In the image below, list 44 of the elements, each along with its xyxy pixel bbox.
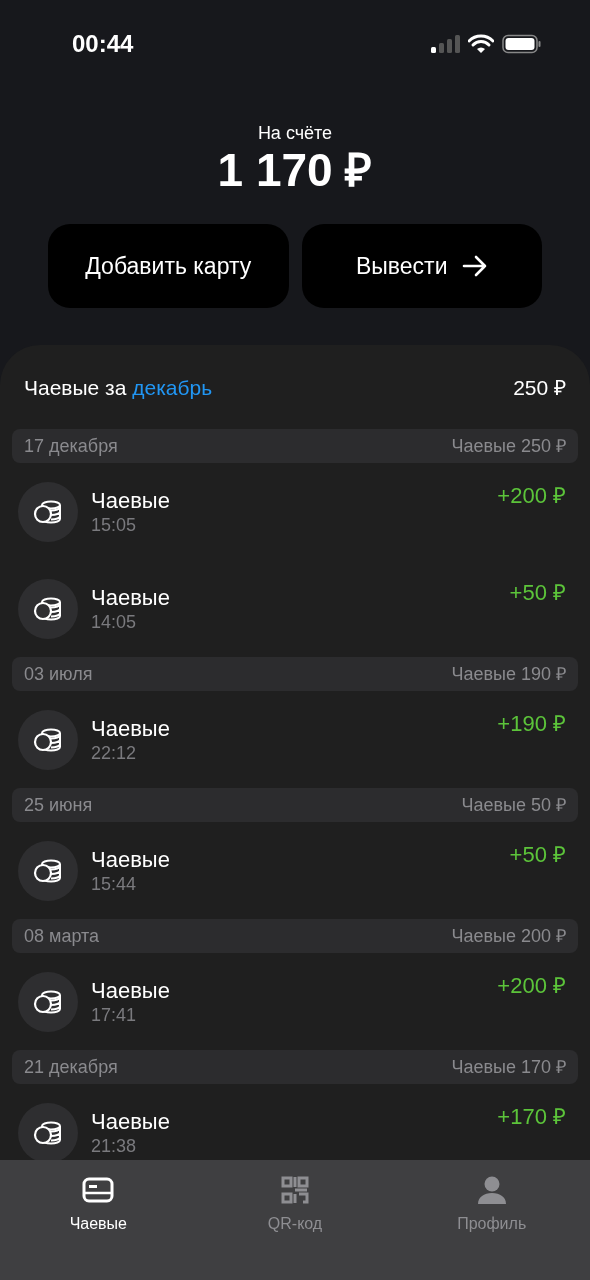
- transaction-title: Чаевые: [91, 487, 171, 514]
- period-total: 250 ₽: [513, 375, 566, 402]
- transaction-title: Чаевые: [91, 977, 171, 1004]
- date-label: 17 декабря: [24, 434, 118, 458]
- transaction-amount: +190 ₽: [497, 710, 566, 738]
- action-button[interactable]: Добавить карту: [48, 224, 289, 308]
- transaction-time: 21:38: [91, 1134, 138, 1157]
- transaction-time: 15:44: [91, 872, 138, 895]
- status-time: 00:44: [72, 29, 134, 59]
- transaction-title: Чаевые: [91, 846, 171, 873]
- transaction-title: Чаевые: [91, 1108, 171, 1135]
- transaction-amount: +170 ₽: [497, 1103, 566, 1131]
- wifi-icon: [468, 34, 494, 54]
- battery-icon: [502, 34, 542, 54]
- date-summary: Чаевые 250 ₽: [451, 434, 566, 458]
- transaction-amount: +200 ₽: [497, 482, 566, 510]
- profile-icon: [476, 1175, 507, 1205]
- signal-icon: [430, 34, 460, 54]
- transaction-time: 15:05: [91, 513, 138, 536]
- arrow-right-icon: [461, 255, 488, 277]
- transaction-amount: +200 ₽: [497, 972, 566, 1000]
- date-summary: Чаевые 170 ₽: [451, 1055, 566, 1079]
- transaction-time: 22:12: [91, 741, 138, 764]
- date-summary: Чаевые 200 ₽: [451, 924, 566, 948]
- date-summary: Чаевые 190 ₽: [451, 662, 566, 686]
- qr-code-icon: [281, 1176, 309, 1204]
- date-label: 21 декабря: [24, 1055, 118, 1079]
- month-link[interactable]: декабрь: [132, 376, 213, 400]
- transaction-time: 17:41: [91, 1003, 138, 1026]
- date-label: 08 марта: [24, 924, 100, 948]
- balance-amount: 1 170 ₽: [217, 144, 373, 196]
- action-button[interactable]: Вывести: [301, 224, 542, 308]
- transaction-amount: +50 ₽: [509, 841, 566, 869]
- transaction-amount: +50 ₽: [509, 579, 566, 607]
- transaction-title: Чаевые: [91, 715, 171, 742]
- date-summary: Чаевые 50 ₽: [461, 793, 566, 817]
- period-title: Чаевые за декабрь: [24, 375, 213, 402]
- date-label: 03 июля: [24, 662, 93, 686]
- tab-item[interactable]: Чаевые: [0, 1174, 197, 1280]
- card-icon: [82, 1177, 115, 1203]
- transaction-time: 14:05: [91, 610, 138, 633]
- balance-label: На счёте: [257, 122, 333, 144]
- date-label: 25 июня: [24, 793, 93, 817]
- transaction-title: Чаевые: [91, 584, 171, 611]
